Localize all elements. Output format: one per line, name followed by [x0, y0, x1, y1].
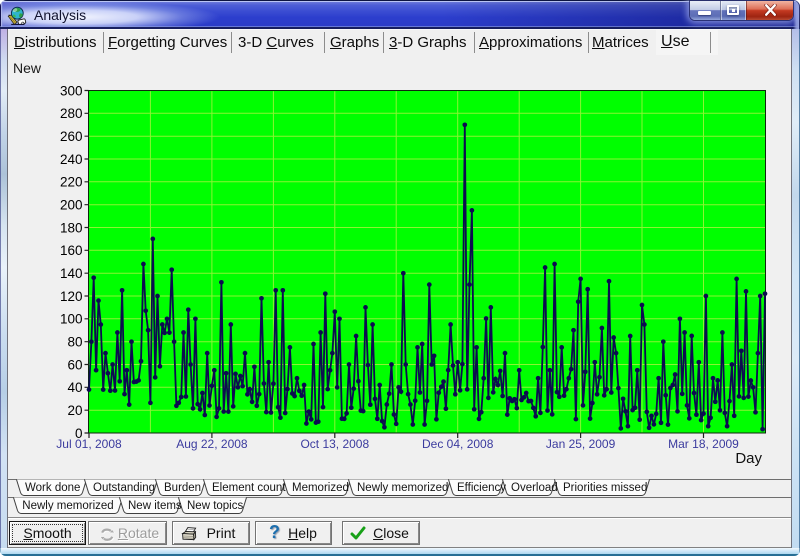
svg-text:Aug 22, 2008: Aug 22, 2008	[176, 437, 248, 451]
svg-text:40: 40	[67, 380, 82, 395]
svg-text:Mar 18, 2009: Mar 18, 2009	[668, 437, 739, 451]
svg-text:300: 300	[60, 83, 83, 98]
svg-text:Dec 04, 2008: Dec 04, 2008	[422, 437, 494, 451]
svg-text:120: 120	[60, 289, 83, 304]
svg-text:60: 60	[67, 357, 82, 372]
svg-text:180: 180	[60, 220, 83, 235]
svg-text:Jan 25, 2009: Jan 25, 2009	[546, 437, 616, 451]
svg-text:280: 280	[60, 106, 83, 121]
svg-text:140: 140	[60, 266, 83, 281]
svg-text:160: 160	[60, 243, 83, 258]
svg-text:Day: Day	[735, 450, 762, 467]
svg-text:200: 200	[60, 198, 83, 213]
svg-text:20: 20	[67, 403, 82, 418]
svg-text:220: 220	[60, 175, 83, 190]
svg-text:240: 240	[60, 152, 83, 167]
svg-text:80: 80	[67, 335, 82, 350]
svg-text:Jul 01, 2008: Jul 01, 2008	[56, 437, 122, 451]
svg-text:100: 100	[60, 312, 83, 327]
svg-text:Oct 13, 2008: Oct 13, 2008	[300, 437, 369, 451]
svg-text:260: 260	[60, 129, 83, 144]
